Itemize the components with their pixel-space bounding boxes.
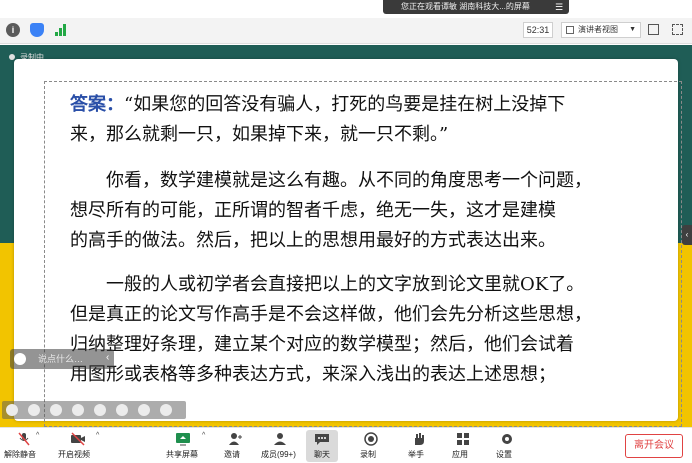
start-video-button[interactable]: ^ 开启视频: [58, 430, 99, 462]
collapse-icon[interactable]: [160, 404, 172, 416]
apps-button[interactable]: 应用: [452, 430, 474, 462]
signal-icon[interactable]: [54, 23, 68, 37]
sharing-status[interactable]: 您正在观看谭敏 湖南科技大...的屏幕: [383, 0, 569, 14]
comment-icon[interactable]: [116, 404, 128, 416]
more-icon[interactable]: [138, 404, 150, 416]
meeting-toolbar: i 52:31 演讲者视图 ▼: [0, 18, 692, 44]
chevron-left-icon[interactable]: ‹: [106, 352, 109, 364]
sharing-text: 您正在观看谭敏 湖南科技大...的屏幕: [401, 2, 530, 11]
chevron-up-icon[interactable]: ^: [36, 432, 39, 439]
invite-icon: [229, 433, 242, 445]
slide-line: 归纳整理好条理，建立某个对应的数学模型；然后，他们会试着: [70, 334, 574, 355]
record-icon: [364, 432, 378, 446]
unmute-button[interactable]: ^ 解除静音: [4, 430, 44, 462]
slide-line: 答案：“如果您的回答没有骗人，打死的鸟要是挂在树上没掉下: [70, 93, 565, 117]
share-banner: 您正在观看谭敏 湖南科技大...的屏幕 ☰: [0, 0, 692, 14]
leave-meeting-button[interactable]: 离开会议: [625, 434, 683, 458]
members-button[interactable]: 成员(99+): [261, 430, 299, 462]
emoji-icon[interactable]: [14, 353, 26, 365]
start-video-label: 开启视频: [58, 450, 90, 459]
chat-label: 聊天: [314, 450, 330, 459]
fullscreen-icon[interactable]: [672, 24, 683, 35]
chevron-down-icon: ▼: [629, 26, 636, 33]
slide-line: 但是真正的论文写作高手是不会这样做，他们会先分析这些思想，: [70, 304, 592, 325]
settings-button[interactable]: 设置: [496, 430, 518, 462]
share-screen-button[interactable]: ^ 共享屏幕: [166, 430, 205, 462]
camera-icon[interactable]: [94, 404, 106, 416]
shared-screen: 录制中 答案：“如果您的回答没有骗人，打死的鸟要是挂在树上没掉下 来，那么就剩一…: [0, 45, 692, 427]
chat-hint: 说点什么…: [38, 354, 84, 364]
raise-hand-label: 举手: [408, 450, 424, 459]
slide-line: 用图形或表格等多种表达方式，来深入浅出的表达上述思想；: [70, 364, 556, 385]
grid-icon: [566, 26, 574, 34]
slide-line: 的高手的做法。然后，把以上的思想用最好的方式表达出来。: [70, 230, 556, 251]
answer-label: 答案：: [70, 94, 124, 115]
menu-icon[interactable]: ☰: [554, 2, 564, 12]
record-button[interactable]: 录制: [360, 430, 382, 462]
chevron-up-icon[interactable]: ^: [202, 432, 205, 439]
play-icon[interactable]: [28, 404, 40, 416]
annotation-close-icon[interactable]: [6, 404, 18, 416]
chat-button[interactable]: 聊天: [306, 430, 338, 462]
view-mode-label: 演讲者视图: [578, 25, 618, 34]
slide-line: 来，那么就剩一只，如果掉下来，就一只不剩。”: [70, 124, 449, 145]
video-off-icon: [71, 432, 85, 446]
mic-muted-icon: [18, 432, 30, 446]
recording-icon: [9, 54, 15, 60]
raise-hand-icon: [415, 433, 424, 445]
settings-label: 设置: [496, 450, 512, 459]
invite-label: 邀请: [224, 450, 240, 459]
meeting-timer: 52:31: [523, 22, 553, 38]
raise-hand-button[interactable]: 举手: [408, 430, 430, 462]
unmute-label: 解除静音: [4, 450, 36, 459]
apps-label: 应用: [452, 450, 468, 459]
share-screen-label: 共享屏幕: [166, 450, 198, 459]
minimize-icon[interactable]: [648, 24, 659, 35]
info-icon[interactable]: i: [6, 23, 20, 37]
invite-button[interactable]: 邀请: [224, 430, 246, 462]
screen-share-icon: [176, 433, 190, 446]
slide-line: 想尽所有的可能，正所谓的智者千虑，绝无一失，这才是建模: [70, 200, 556, 221]
apps-icon: [457, 433, 469, 445]
slide-line: 你看，数学建模就是这么有趣。从不同的角度思考一个问题，: [106, 170, 592, 191]
chevron-up-icon[interactable]: ^: [96, 432, 99, 439]
floating-chat-input[interactable]: 说点什么… ‹: [10, 349, 114, 369]
pen-icon[interactable]: [50, 404, 62, 416]
record-label: 录制: [360, 450, 376, 459]
side-panel-toggle[interactable]: ‹: [682, 225, 692, 245]
view-mode-select[interactable]: 演讲者视图 ▼: [561, 22, 641, 38]
slide-text: “如果您的回答没有骗人，打死的鸟要是挂在树上没掉下: [124, 94, 566, 115]
members-label: 成员(99+): [261, 450, 296, 459]
bottom-control-bar: ^ 解除静音 ^ 开启视频 ^ 共享屏幕 邀请 成员(99+) 聊天 录制 举手…: [0, 427, 692, 463]
settings-icon: [502, 434, 512, 444]
slide-line: 一般的人或初学者会直接把以上的文字放到论文里就OK了。: [106, 274, 585, 295]
chat-icon: [315, 434, 329, 445]
shield-icon[interactable]: [30, 23, 44, 37]
members-icon: [274, 433, 286, 445]
select-icon[interactable]: [72, 404, 84, 416]
annotation-toolbar: [2, 401, 186, 419]
